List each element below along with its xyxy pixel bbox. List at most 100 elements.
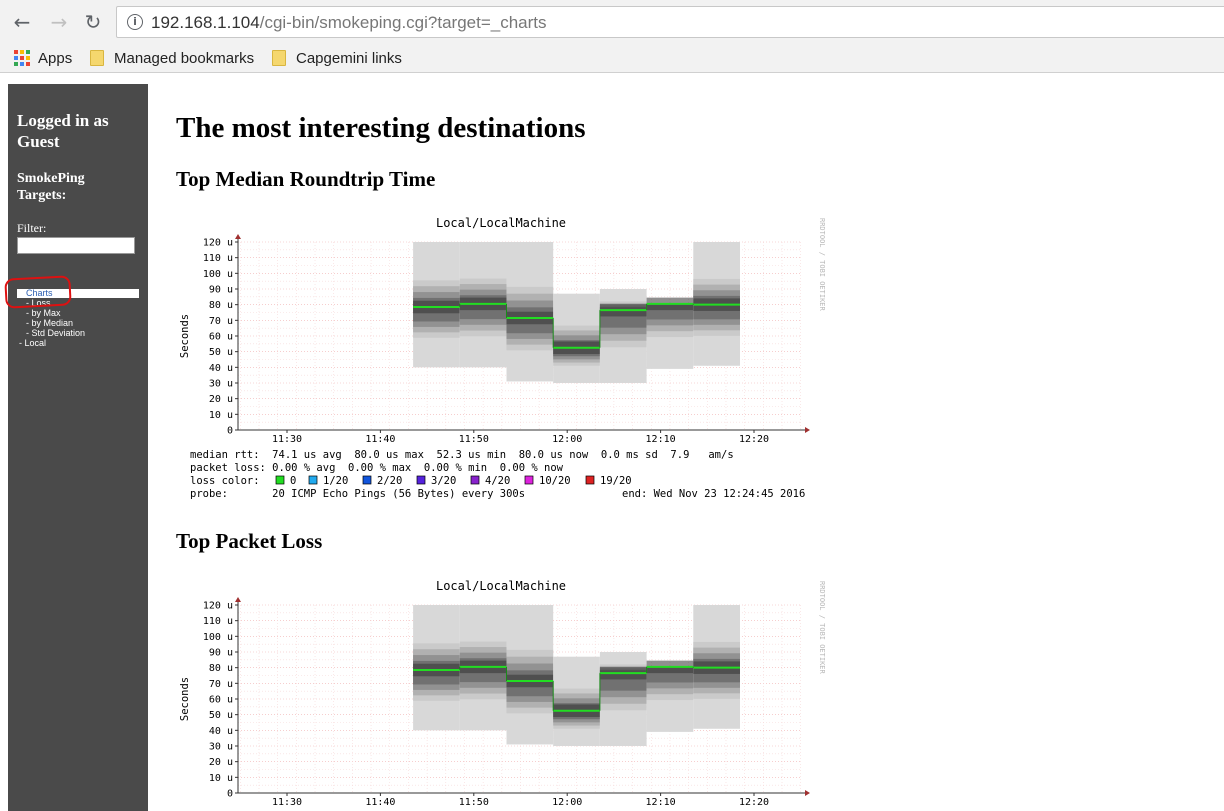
bookmark-capgemini[interactable]: Capgemini links <box>272 48 402 68</box>
y-tick-label: 110 u <box>203 253 233 264</box>
menu-item-by-max[interactable]: - by Max <box>26 308 61 318</box>
y-tick-label: 90 u <box>209 285 233 296</box>
y-tick-label: 110 u <box>203 616 233 627</box>
arrow-right-icon: → <box>50 10 68 34</box>
y-tick-label: 30 u <box>209 379 233 390</box>
legend-loss-label: 1/20 <box>323 475 348 487</box>
menu-item-local[interactable]: - Local <box>19 338 46 348</box>
legend-loss-label: 3/20 <box>431 475 456 487</box>
section-heading-loss: Top Packet Loss <box>176 529 323 553</box>
y-tick-label: 80 u <box>209 663 233 674</box>
forward-button[interactable]: → <box>46 9 72 35</box>
filter-label: Filter: <box>17 221 47 235</box>
reload-button[interactable]: ↻ <box>80 9 106 35</box>
legend-loss-swatch <box>308 475 318 485</box>
legend-loss-swatch <box>275 475 285 485</box>
y-tick-label: 40 u <box>209 726 233 737</box>
x-axis-arrow <box>805 427 810 433</box>
y-tick-label: 20 u <box>209 394 233 405</box>
legend-end: end: Wed Nov 23 12:24:45 2016 <box>622 488 805 500</box>
legend-loss-color-label: loss color: <box>190 475 260 487</box>
bookmark-apps[interactable]: Apps <box>14 48 72 68</box>
legend-loss-swatch <box>362 475 372 485</box>
watermark: RRDTOOL / TOBI OETIKER <box>818 218 826 312</box>
menu-item-std-deviation[interactable]: - Std Deviation <box>26 328 85 338</box>
legend-loss-label: 19/20 <box>600 475 632 487</box>
x-tick-label: 11:40 <box>365 434 395 445</box>
y-tick-label: 70 u <box>209 679 233 690</box>
url-path: /cgi-bin/smokeping.cgi?target=_charts <box>259 13 547 32</box>
y-tick-label: 40 u <box>209 363 233 374</box>
sidebar: Logged in as Guest SmokePing Targets: Fi… <box>4 84 148 811</box>
x-tick-label: 12:20 <box>739 797 769 808</box>
x-tick-label: 12:00 <box>552 434 582 445</box>
legend-probe: probe: 20 ICMP Echo Pings (56 Bytes) eve… <box>190 488 525 500</box>
y-tick-label: 20 u <box>209 757 233 768</box>
y-axis-arrow <box>235 234 241 239</box>
address-url[interactable]: 192.168.1.104/cgi-bin/smokeping.cgi?targ… <box>151 13 547 33</box>
packet-loss-graph[interactable]: 0 10 u 20 u 30 u 40 u 50 u 60 u 70 u 80 u 90 u 100… <box>176 573 826 811</box>
bookmark-label: Apps <box>38 49 73 67</box>
y-tick-label: 120 u <box>203 601 233 612</box>
y-tick-label: 100 u <box>203 632 233 643</box>
x-tick-label: 11:40 <box>365 797 395 808</box>
x-tick-label: 12:10 <box>646 434 676 445</box>
x-tick-label: 12:10 <box>646 797 676 808</box>
x-tick-label: 11:50 <box>459 797 489 808</box>
bookmarks-bar: Apps Managed bookmarks Capgemini links <box>0 44 1224 73</box>
chart-title: Local/LocalMachine <box>436 216 566 230</box>
y-tick-label: 0 <box>227 426 233 437</box>
bookmark-label: Managed bookmarks <box>114 49 255 67</box>
logged-in-text: Logged in as Guest <box>17 111 109 151</box>
info-icon[interactable]: i <box>127 14 143 30</box>
menu-item-by-median[interactable]: - by Median <box>26 318 73 328</box>
address-bar[interactable]: i 192.168.1.104/cgi-bin/smokeping.cgi?ta… <box>116 6 1224 38</box>
page-title: The most interesting destinations <box>176 112 586 144</box>
targets-title: SmokePing Targets: <box>17 171 85 203</box>
median-rtt-graph[interactable]: 0 10 u 20 u 30 u 40 u 50 u 60 u 70 u 80 u 90 u 100… <box>176 210 826 504</box>
reload-icon: ↻ <box>84 10 102 34</box>
legend-loss-swatch <box>585 475 595 485</box>
legend-loss-label: 4/20 <box>485 475 510 487</box>
y-axis-label: Seconds <box>179 677 191 721</box>
annotation-circle <box>4 275 72 309</box>
folder-icon <box>90 50 104 66</box>
legend-loss-swatch <box>524 475 534 485</box>
legend-loss-label: 0 <box>290 475 296 487</box>
x-tick-label: 11:30 <box>272 797 302 808</box>
folder-icon <box>272 50 286 66</box>
y-tick-label: 90 u <box>209 648 233 659</box>
x-axis-arrow <box>805 790 810 796</box>
y-tick-label: 120 u <box>203 238 233 249</box>
bookmark-label: Capgemini links <box>296 49 402 67</box>
url-host: 192.168.1.104 <box>151 13 260 32</box>
y-axis-label: Seconds <box>179 314 191 358</box>
y-tick-label: 0 <box>227 789 233 800</box>
legend-packet-loss: packet loss: 0.00 % avg 0.00 % max 0.00 … <box>190 462 564 474</box>
y-tick-label: 100 u <box>203 269 233 280</box>
filter-input[interactable] <box>17 237 135 254</box>
legend-loss-label: 10/20 <box>539 475 571 487</box>
chart-title: Local/LocalMachine <box>436 579 566 593</box>
section-heading-median: Top Median Roundtrip Time <box>176 167 436 191</box>
y-tick-label: 50 u <box>209 347 233 358</box>
legend-loss-swatch <box>470 475 480 485</box>
apps-grid-icon <box>14 50 30 66</box>
x-tick-label: 11:50 <box>459 434 489 445</box>
back-button[interactable]: ← <box>9 9 35 35</box>
browser-toolbar: ← → ↻ i 192.168.1.104/cgi-bin/smokeping.… <box>0 0 1224 44</box>
bookmark-managed[interactable]: Managed bookmarks <box>90 48 254 68</box>
y-tick-label: 60 u <box>209 695 233 706</box>
y-tick-label: 70 u <box>209 316 233 327</box>
y-tick-label: 10 u <box>209 410 233 421</box>
y-tick-label: 80 u <box>209 300 233 311</box>
y-tick-label: 50 u <box>209 710 233 721</box>
y-tick-label: 10 u <box>209 773 233 784</box>
y-axis-arrow <box>235 597 241 602</box>
legend-loss-label: 2/20 <box>377 475 402 487</box>
watermark: RRDTOOL / TOBI OETIKER <box>818 581 826 675</box>
y-tick-label: 60 u <box>209 332 233 343</box>
legend-loss-swatch <box>416 475 426 485</box>
x-tick-label: 12:20 <box>739 434 769 445</box>
x-tick-label: 11:30 <box>272 434 302 445</box>
